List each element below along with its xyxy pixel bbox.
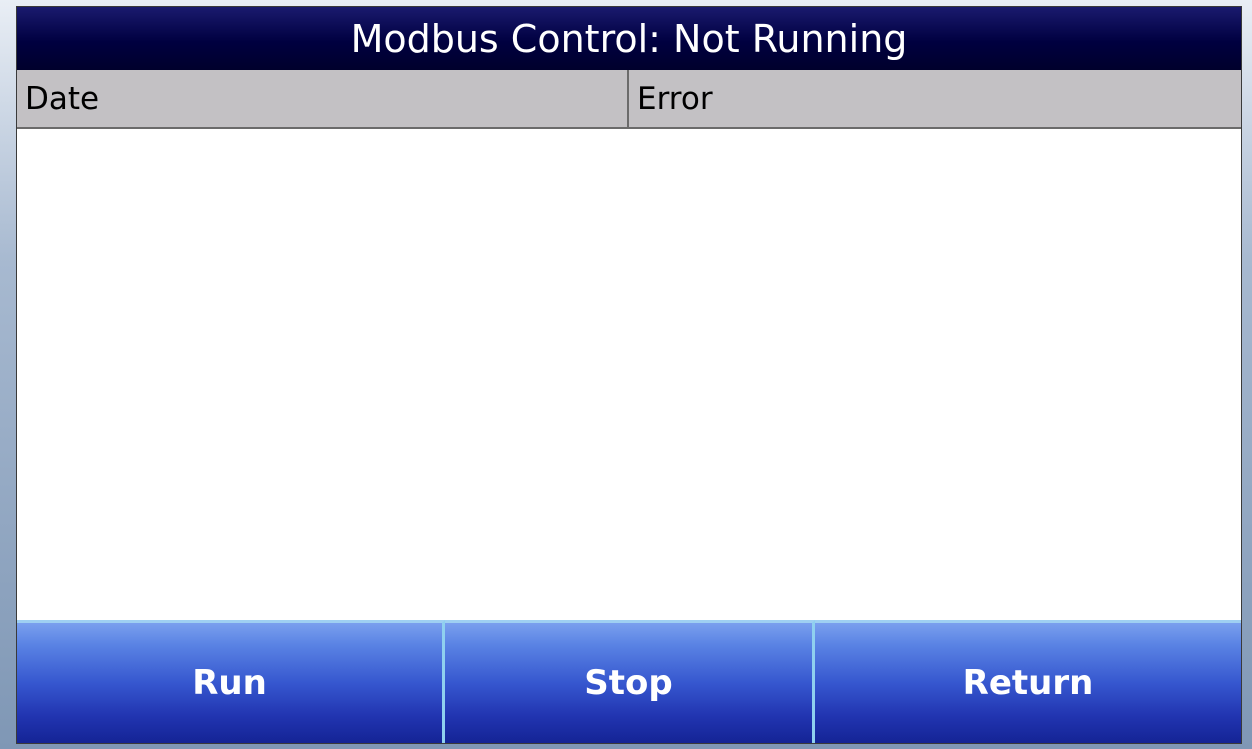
window-frame: Modbus Control: Not Running Date Error R… xyxy=(0,0,1252,749)
run-button[interactable]: Run xyxy=(17,620,445,743)
page-title: Modbus Control: Not Running xyxy=(17,7,1241,70)
return-button[interactable]: Return xyxy=(815,620,1241,743)
column-header-date[interactable]: Date xyxy=(17,70,629,127)
error-log-table-body[interactable] xyxy=(17,129,1241,620)
button-bar: Run Stop Return xyxy=(17,620,1241,743)
stop-button[interactable]: Stop xyxy=(445,620,815,743)
column-header-error[interactable]: Error xyxy=(629,70,1241,127)
table-header: Date Error xyxy=(17,70,1241,129)
modbus-control-panel: Modbus Control: Not Running Date Error R… xyxy=(16,6,1242,744)
